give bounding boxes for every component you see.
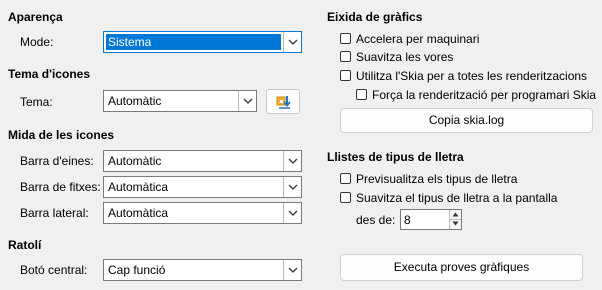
spin-up-icon[interactable]	[450, 210, 461, 220]
from-size-value: 8	[404, 213, 411, 227]
hw-accel-checkbox[interactable]	[340, 33, 351, 44]
mode-value: Sistema	[106, 34, 281, 50]
chevron-down-icon[interactable]	[283, 32, 301, 52]
font-lists-title: Llistes de tipus de lletra	[327, 150, 464, 164]
font-preview-checkbox[interactable]	[340, 173, 351, 184]
toolbar-size-value: Automàtic	[108, 154, 162, 168]
toolbar-label: Barra d'eines:	[20, 154, 94, 168]
font-preview-label[interactable]: Previsualitza els tipus de lletra	[356, 172, 517, 186]
run-graphics-tests-button[interactable]: Executa proves gràfiques	[340, 254, 583, 281]
middle-button-label: Botó central:	[20, 263, 88, 277]
skia-all-checkbox[interactable]	[340, 70, 351, 81]
chevron-down-icon[interactable]	[283, 177, 301, 197]
mouse-title: Ratolí	[8, 238, 42, 252]
sidebar-size-dropdown[interactable]: Automàtica	[103, 202, 302, 224]
sidebar-size-value: Automàtica	[108, 206, 169, 220]
antialias-label[interactable]: Suavitza les vores	[356, 50, 453, 64]
theme-value: Automàtic	[108, 94, 162, 108]
screen-antialias-label[interactable]: Suavitza el tipus de lletra a la pantall…	[356, 191, 557, 205]
from-size-label: des de:	[356, 213, 396, 227]
mode-dropdown[interactable]: Sistema	[103, 31, 302, 53]
sidebar-label: Barra lateral:	[20, 206, 89, 220]
tabbar-size-value: Automàtica	[108, 180, 169, 194]
copy-skia-log-button[interactable]: Copia skia.log	[340, 108, 593, 133]
theme-dropdown[interactable]: Automàtic	[103, 90, 257, 112]
tabbar-size-dropdown[interactable]: Automàtica	[103, 176, 302, 198]
icon-size-title: Mida de les icones	[8, 128, 115, 142]
icon-theme-title: Tema d'icones	[8, 67, 90, 81]
appearance-title: Aparença	[8, 10, 63, 24]
theme-label: Tema:	[20, 95, 53, 109]
mode-label: Mode:	[20, 35, 54, 49]
middle-button-dropdown[interactable]: Cap funció	[103, 259, 302, 281]
middle-button-value: Cap funció	[108, 263, 166, 277]
skia-software-label[interactable]: Força la renderització per programari Sk…	[372, 88, 596, 102]
graphics-output-title: Eixida de gràfics	[327, 10, 423, 24]
chevron-down-icon[interactable]	[283, 151, 301, 171]
skia-software-checkbox[interactable]	[356, 89, 367, 100]
antialias-checkbox[interactable]	[340, 51, 351, 62]
toolbar-size-dropdown[interactable]: Automàtic	[103, 150, 302, 172]
skia-all-label[interactable]: Utilitza l'Skia per a totes les renderit…	[356, 69, 587, 83]
tabbar-label: Barra de fitxes:	[20, 180, 101, 194]
add-icon-theme-icon	[276, 94, 292, 113]
spin-down-icon[interactable]	[450, 220, 461, 230]
from-size-spinbox[interactable]: 8	[400, 209, 462, 230]
screen-antialias-checkbox[interactable]	[340, 192, 351, 203]
hw-accel-label[interactable]: Accelera per maquinari	[356, 32, 479, 46]
chevron-down-icon[interactable]	[283, 260, 301, 280]
add-icon-theme-button[interactable]	[266, 89, 300, 114]
chevron-down-icon[interactable]	[283, 203, 301, 223]
chevron-down-icon[interactable]	[238, 91, 256, 111]
